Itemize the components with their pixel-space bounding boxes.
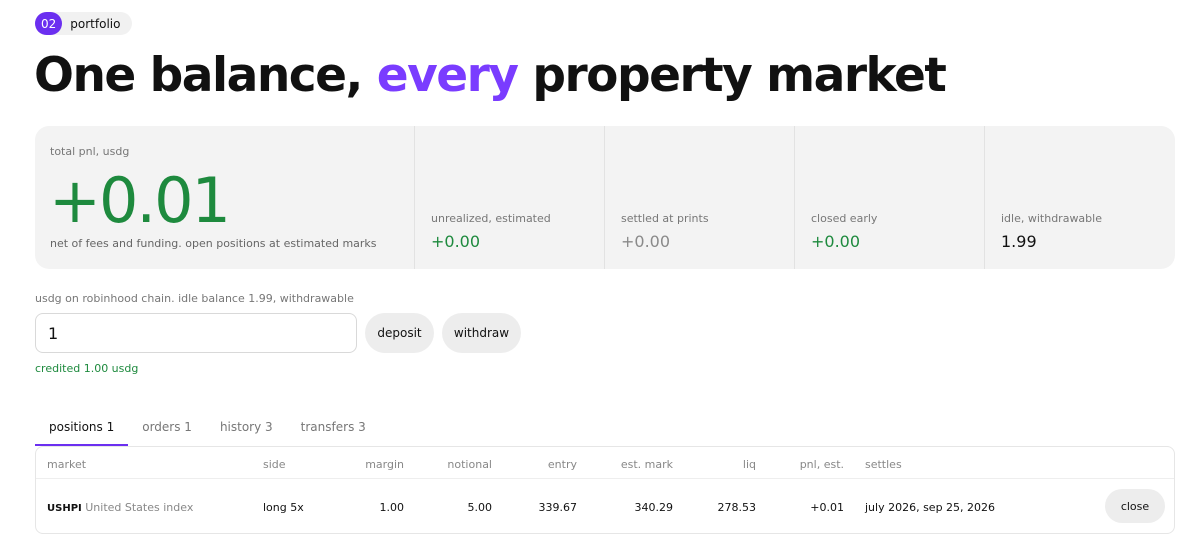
breadcrumb-label: portfolio xyxy=(70,16,121,31)
stat-label: idle, withdrawable xyxy=(1001,212,1102,225)
stat-settled: settled at prints +0.00 xyxy=(605,126,795,269)
column-header-pnl: pnl, est. xyxy=(799,458,844,471)
stat-label: settled at prints xyxy=(621,212,709,225)
page-title: One balance, every property market xyxy=(34,48,947,103)
title-text-start: One balance, xyxy=(34,48,377,103)
tab-orders[interactable]: orders 1 xyxy=(128,412,206,446)
column-header-entry: entry xyxy=(547,458,577,471)
stat-value: +0.00 xyxy=(431,232,481,251)
total-pnl-note: net of fees and funding. open positions … xyxy=(50,237,377,250)
stat-label: closed early xyxy=(811,212,878,225)
cell-margin: 1.00 xyxy=(379,501,405,514)
column-header-margin: margin xyxy=(365,458,404,471)
breadcrumb: 02 portfolio xyxy=(35,12,133,35)
table-header: market side margin notional entry est. m… xyxy=(36,447,1174,479)
cell-liq: 278.53 xyxy=(717,501,757,514)
column-header-est-mark: est. mark xyxy=(620,458,673,471)
cell-pnl: +0.01 xyxy=(810,501,844,514)
deposit-status: credited 1.00 usdg xyxy=(35,362,139,375)
tab-positions[interactable]: positions 1 xyxy=(35,412,129,446)
stat-idle: idle, withdrawable 1.99 xyxy=(985,126,1175,269)
stat-value: +0.00 xyxy=(811,232,861,251)
column-header-liq: liq xyxy=(742,458,756,471)
balance-note: usdg on robinhood chain. idle balance 1.… xyxy=(35,292,354,305)
cell-market: USHPI United States index xyxy=(47,501,193,514)
column-header-side: side xyxy=(263,458,286,471)
section-number-badge: 02 xyxy=(35,12,63,35)
title-accent-word: every xyxy=(376,48,519,103)
amount-input[interactable] xyxy=(35,313,357,353)
total-pnl-card: total pnl, usdg +0.01 net of fees and fu… xyxy=(35,126,415,269)
close-position-button[interactable]: close xyxy=(1105,489,1165,523)
pnl-summary-panel: total pnl, usdg +0.01 net of fees and fu… xyxy=(35,126,1175,269)
cell-entry: 339.67 xyxy=(538,501,578,514)
withdraw-button[interactable]: withdraw xyxy=(442,313,521,353)
cell-settles: july 2026, sep 25, 2026 xyxy=(865,501,996,514)
table-row: USHPI United States index long 5x 1.00 5… xyxy=(36,479,1174,534)
total-pnl-label: total pnl, usdg xyxy=(50,145,130,158)
tab-history[interactable]: history 3 xyxy=(206,412,287,446)
cell-est-mark: 340.29 xyxy=(634,501,674,514)
deposit-button[interactable]: deposit xyxy=(365,313,434,353)
column-header-notional: notional xyxy=(447,458,492,471)
market-symbol: USHPI xyxy=(47,503,82,514)
stat-unrealized: unrealized, estimated +0.00 xyxy=(415,126,605,269)
portfolio-tabs: positions 1 orders 1 history 3 transfers… xyxy=(35,412,380,446)
stat-value: 1.99 xyxy=(1001,232,1037,251)
column-header-settles: settles xyxy=(865,458,902,471)
column-header-market: market xyxy=(47,458,87,471)
cell-side: long 5x xyxy=(263,501,304,514)
stat-closed-early: closed early +0.00 xyxy=(795,126,985,269)
market-name: United States index xyxy=(85,501,194,514)
title-text-end: property market xyxy=(517,48,946,103)
positions-table: market side margin notional entry est. m… xyxy=(35,446,1175,534)
cell-notional: 5.00 xyxy=(467,501,493,514)
stat-value: +0.00 xyxy=(621,232,671,251)
total-pnl-value: +0.01 xyxy=(49,164,231,237)
stat-label: unrealized, estimated xyxy=(431,212,551,225)
tab-transfers[interactable]: transfers 3 xyxy=(287,412,380,446)
